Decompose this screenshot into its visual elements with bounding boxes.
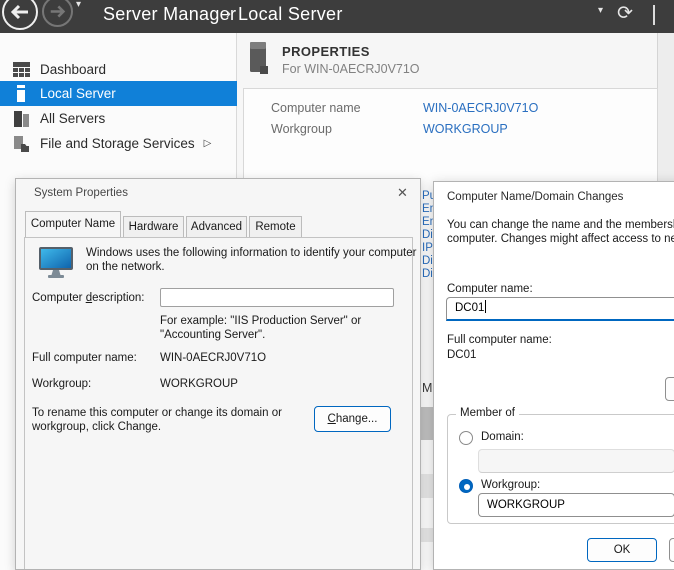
sidebar-item-all-servers[interactable]: All Servers bbox=[0, 106, 237, 131]
server-manager-window: PROPERTIES For WIN-0AECRJ0V71O Computer … bbox=[0, 0, 674, 570]
property-label: Workgroup bbox=[271, 122, 332, 136]
properties-header: PROPERTIES For WIN-0AECRJ0V71O bbox=[237, 33, 674, 88]
dialog-title: System Properties bbox=[34, 187, 128, 199]
app-title: Server Manager bbox=[103, 4, 236, 25]
properties-title: PROPERTIES bbox=[282, 44, 370, 59]
property-label: Computer name bbox=[271, 101, 361, 115]
computer-description-input[interactable] bbox=[160, 288, 394, 307]
member-of-group: Member of Domain: Workgroup: WORKGROUP bbox=[447, 414, 674, 524]
computer-name-tab-page: Windows uses the following information t… bbox=[24, 237, 413, 570]
properties-subtitle: For WIN-0AECRJ0V71O bbox=[282, 62, 420, 76]
full-computer-name-value: DC01 bbox=[447, 349, 476, 361]
tab-computer-name[interactable]: Computer Name bbox=[25, 211, 121, 237]
tab-hardware[interactable]: Hardware bbox=[123, 216, 184, 237]
domain-input[interactable] bbox=[478, 449, 674, 473]
rename-hint-text: To rename this computer or change its do… bbox=[32, 407, 282, 419]
system-properties-dialog: System Properties ✕ Computer Name Hardwa… bbox=[15, 178, 421, 570]
change-button[interactable]: Change... bbox=[314, 406, 391, 432]
workgroup-radio[interactable] bbox=[459, 479, 473, 493]
workgroup-radio-label: Workgroup: bbox=[481, 479, 540, 491]
toolbar-dropdown-icon[interactable]: ▾ bbox=[598, 5, 603, 16]
tab-advanced[interactable]: Advanced bbox=[186, 216, 247, 237]
full-computer-name-value: WIN-0AECRJ0V71O bbox=[160, 352, 266, 364]
occluded-value-fragment: IP bbox=[422, 242, 433, 254]
description-example-text: For example: "IIS Production Server" or bbox=[160, 315, 361, 327]
computer-name-link[interactable]: WIN-0AECRJ0V71O bbox=[423, 101, 538, 115]
breadcrumb-section: Local Server bbox=[238, 4, 343, 25]
sidebar-item-label: Dashboard bbox=[40, 62, 106, 77]
nav-dropdown-icon[interactable]: ▾ bbox=[76, 0, 81, 10]
dashboard-icon bbox=[13, 61, 30, 78]
flag-icon[interactable] bbox=[653, 5, 655, 25]
scrollbar-thumb[interactable] bbox=[421, 407, 433, 440]
sidebar-item-file-storage[interactable]: File and Storage Services ▷ bbox=[0, 131, 237, 156]
background-band bbox=[421, 474, 433, 498]
more-button[interactable] bbox=[665, 377, 674, 401]
workgroup-input[interactable]: WORKGROUP bbox=[478, 493, 674, 517]
text-caret bbox=[485, 300, 486, 313]
member-of-label: Member of bbox=[456, 407, 519, 419]
dialog-title: Computer Name/Domain Changes bbox=[447, 191, 623, 203]
sidebar-item-label: Local Server bbox=[40, 86, 116, 101]
file-storage-icon bbox=[13, 135, 30, 152]
close-icon[interactable]: ✕ bbox=[397, 185, 408, 201]
sidebar-item-dashboard[interactable]: Dashboard bbox=[0, 57, 237, 82]
back-arrow-icon bbox=[4, 0, 36, 28]
full-computer-name-label: Full computer name: bbox=[447, 334, 552, 346]
all-servers-icon bbox=[13, 110, 30, 127]
expand-chevron-icon[interactable]: ▷ bbox=[204, 138, 212, 149]
computer-description-label: Computer description: bbox=[32, 292, 145, 304]
background-band bbox=[421, 498, 433, 528]
dialog-body-text: You can change the name and the membersh… bbox=[447, 219, 674, 231]
topbar: ▾ Server Manager › Local Server ▾ ⟳ bbox=[0, 0, 674, 33]
forward-arrow-icon bbox=[44, 0, 71, 25]
description-example-text: "Accounting Server". bbox=[160, 329, 265, 341]
dialog-body-text: computer. Changes might affect access to… bbox=[447, 233, 674, 245]
intro-text: on the network. bbox=[86, 261, 165, 273]
occluded-value-fragment: Di bbox=[422, 229, 433, 241]
intro-text: Windows uses the following information t… bbox=[86, 247, 416, 259]
full-computer-name-label: Full computer name: bbox=[32, 352, 137, 364]
occluded-text-fragment: M bbox=[422, 381, 432, 395]
ok-button[interactable]: OK bbox=[587, 538, 657, 562]
workgroup-label: Workgroup: bbox=[32, 378, 91, 390]
local-server-icon bbox=[13, 85, 30, 102]
occluded-value-fragment: Di bbox=[422, 268, 433, 280]
workgroup-value: WORKGROUP bbox=[160, 378, 238, 390]
workgroup-link[interactable]: WORKGROUP bbox=[423, 122, 508, 136]
server-tile-icon bbox=[248, 42, 270, 78]
sidebar-item-label: All Servers bbox=[40, 111, 105, 126]
back-button[interactable] bbox=[2, 0, 38, 30]
tab-remote[interactable]: Remote bbox=[249, 216, 302, 237]
occluded-value-fragment: Di bbox=[422, 255, 433, 267]
breadcrumb-separator: › bbox=[226, 5, 231, 22]
sidebar-item-label: File and Storage Services bbox=[40, 136, 195, 151]
rename-hint-text: workgroup, click Change. bbox=[32, 421, 161, 433]
background-band bbox=[421, 542, 433, 570]
domain-radio[interactable] bbox=[459, 431, 473, 445]
computer-name-domain-changes-dialog: Computer Name/Domain Changes You can cha… bbox=[433, 181, 674, 570]
refresh-icon[interactable]: ⟳ bbox=[617, 2, 633, 25]
forward-button[interactable] bbox=[42, 0, 73, 27]
sidebar-item-local-server[interactable]: Local Server bbox=[0, 81, 237, 106]
cancel-button[interactable] bbox=[669, 538, 674, 562]
domain-radio-label: Domain: bbox=[481, 431, 524, 443]
computer-name-input[interactable]: DC01 bbox=[446, 297, 674, 321]
computer-name-label: Computer name: bbox=[447, 283, 533, 295]
background-band bbox=[421, 528, 433, 542]
monitor-icon bbox=[38, 247, 76, 279]
